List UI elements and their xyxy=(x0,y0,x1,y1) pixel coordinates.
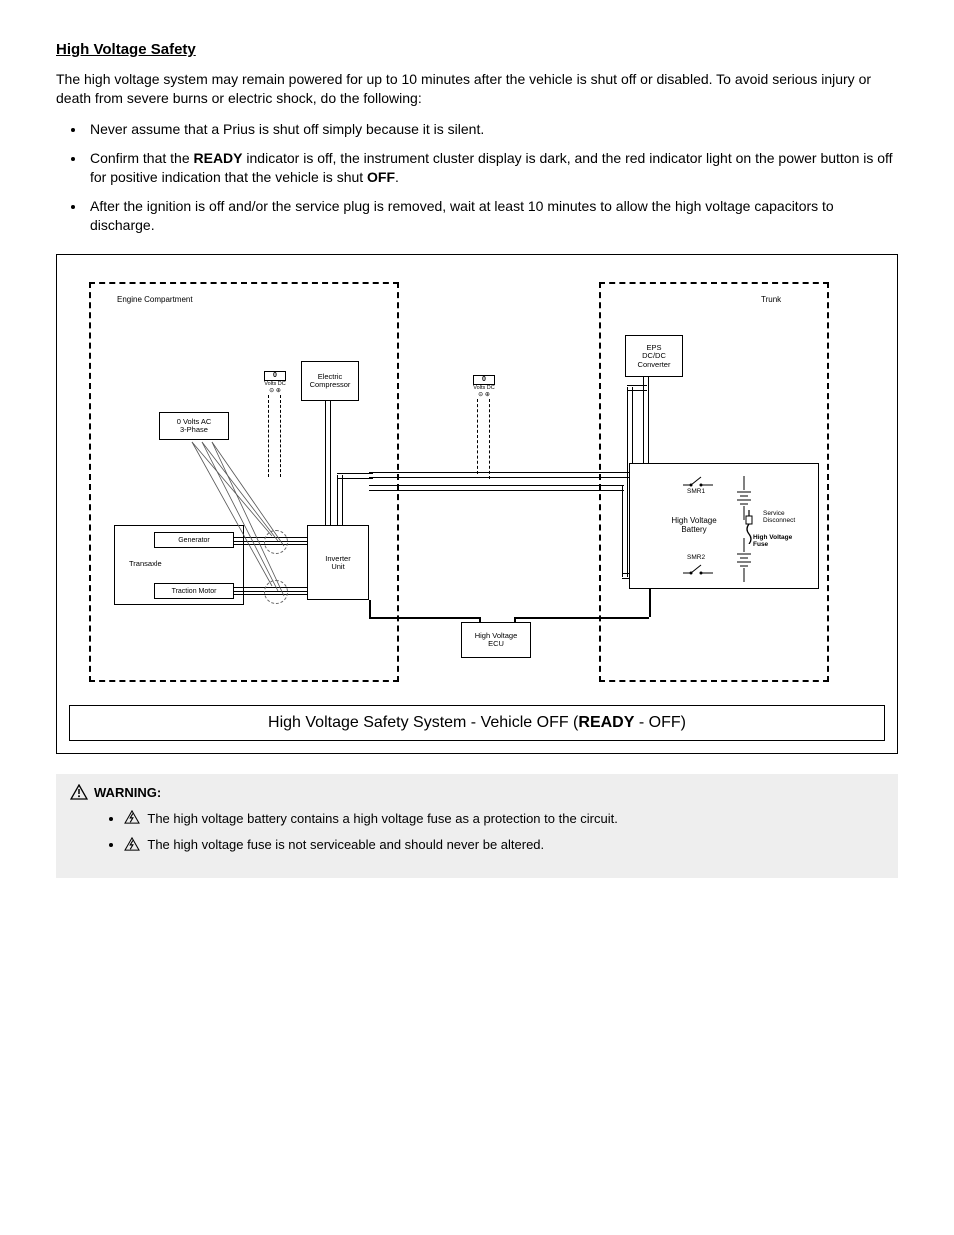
voltmeter-volts-label: Volts DC xyxy=(473,386,495,392)
bold-span: OFF xyxy=(363,169,395,185)
hv-fuse-label: High Voltage Fuse xyxy=(753,535,792,549)
voltmeter-lead xyxy=(477,399,478,474)
section-heading: High Voltage Safety xyxy=(56,40,898,60)
ecu-wire-right-v xyxy=(649,589,651,617)
voltmeter-probes: ⊝ ⊕ xyxy=(264,388,286,394)
warning-title: WARNING: xyxy=(94,785,161,800)
engine-compartment-label: Engine Compartment xyxy=(117,295,193,306)
hv-battery-box xyxy=(629,463,819,589)
text-span: . xyxy=(395,169,399,185)
diagram-frame: Engine Compartment Trunk 0 Volts AC 3-Ph… xyxy=(56,254,898,754)
text-span: Confirm that the xyxy=(90,150,194,166)
transaxle-label: Transaxle xyxy=(129,560,162,568)
warning-text: The high voltage fuse is not serviceable… xyxy=(147,837,544,852)
intro-paragraph: The high voltage system may remain power… xyxy=(56,70,898,108)
hv-vert-inverter xyxy=(337,475,343,525)
hv-vert-right2 xyxy=(622,485,628,577)
inverter-box: Inverter Unit xyxy=(307,525,369,600)
voltmeter-digits: 0 xyxy=(473,375,495,384)
volts-ac-label-box: 0 Volts AC 3-Phase xyxy=(159,412,229,440)
voltmeter-mid: 0 Volts DC ⊝ ⊕ xyxy=(473,375,495,397)
warning-item: The high voltage fuse is not serviceable… xyxy=(124,836,884,854)
list-item: After the ignition is off and/or the ser… xyxy=(86,197,898,235)
diag-leads xyxy=(184,439,314,599)
diagram-canvas: Engine Compartment Trunk 0 Volts AC 3-Ph… xyxy=(69,267,885,697)
voltmeter-lead xyxy=(489,399,490,479)
hv-bus-top xyxy=(369,472,659,478)
bullet-list: Never assume that a Prius is shut off si… xyxy=(86,120,898,234)
diagram-caption: High Voltage Safety System - Vehicle OFF… xyxy=(69,705,885,741)
list-item: Confirm that the READY indicator is off,… xyxy=(86,149,898,187)
eps-converter-box: EPS DC/DC Converter xyxy=(625,335,683,377)
hv-battery-label: High Voltage Battery xyxy=(664,517,724,534)
fuse-icon xyxy=(742,510,756,544)
caption-bold: READY xyxy=(578,714,634,731)
bold-span: READY xyxy=(194,150,243,166)
ecu-wire-left-v xyxy=(369,600,371,617)
shock-hazard-icon xyxy=(124,810,140,828)
smr2-icon xyxy=(679,563,719,588)
voltmeter-compressor: 0 Volts DC ⊝ ⊕ xyxy=(264,371,286,393)
caption-prefix: High Voltage Safety System - Vehicle OFF… xyxy=(268,714,578,731)
ecu-wire-right-h xyxy=(514,617,649,619)
warning-triangle-icon xyxy=(70,784,90,862)
trunk-label: Trunk xyxy=(761,295,781,306)
electric-compressor-box: Electric Compressor xyxy=(301,361,359,401)
warning-text: The high voltage battery contains a high… xyxy=(147,811,617,826)
ecu-wire-left-v2 xyxy=(479,617,481,623)
voltmeter-digits: 0 xyxy=(264,371,286,380)
list-item: Never assume that a Prius is shut off si… xyxy=(86,120,898,139)
smr2-label: SMR2 xyxy=(687,555,705,562)
hv-bus-bottom xyxy=(369,485,624,491)
hv-join xyxy=(337,473,373,479)
ecu-wire-left-h xyxy=(369,617,479,619)
hv-cable-compressor xyxy=(325,401,331,525)
warning-box: WARNING: The high voltage battery contai… xyxy=(56,774,898,878)
shock-hazard-icon xyxy=(124,837,140,855)
voltmeter-probes: ⊝ ⊕ xyxy=(473,392,495,398)
smr1-label: SMR1 xyxy=(687,489,705,496)
eps-down xyxy=(643,377,649,465)
warning-item: The high voltage battery contains a high… xyxy=(124,810,884,828)
service-disconnect-label: Service Disconnect xyxy=(763,511,795,525)
voltmeter-volts-label: Volts DC xyxy=(264,382,286,388)
hv-ecu-box: High Voltage ECU xyxy=(461,622,531,658)
caption-suffix: - OFF) xyxy=(634,714,686,731)
